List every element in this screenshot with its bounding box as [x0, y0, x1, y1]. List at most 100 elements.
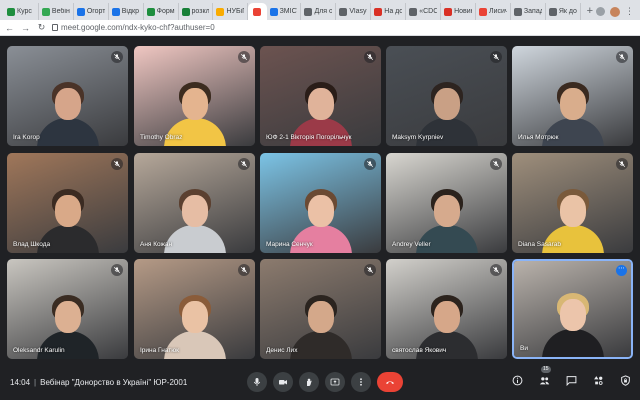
call-controls: [247, 372, 403, 392]
tab-label: На до: [384, 8, 403, 15]
browser-tab[interactable]: Вебін: [39, 3, 74, 20]
participant-tile[interactable]: Влад Шкода: [7, 153, 128, 253]
leave-call-button[interactable]: [377, 372, 403, 392]
mic-muted-icon: [238, 264, 250, 276]
mic-muted-icon: [616, 51, 628, 63]
participant-tile[interactable]: Andrey Veller: [386, 153, 507, 253]
present-screen-button[interactable]: [325, 372, 345, 392]
participant-name: Илья Мотрюк: [518, 134, 559, 141]
participant-name: Марина Сенчук: [266, 241, 313, 248]
browser-tab[interactable]: Огорт: [74, 3, 109, 20]
tab-label: Запад: [523, 8, 542, 15]
browser-tab-bar: Курс Вебін Огорт Відкр Форм розкл НУБіП ЗМІСТ Дл…: [0, 0, 640, 20]
participant-video: [289, 287, 353, 359]
participant-tile[interactable]: Илья Мотрюк: [512, 46, 633, 146]
participant-tile[interactable]: Аня Кожан: [134, 153, 255, 253]
participant-name: Ira Korop: [13, 134, 40, 141]
tab-label: Огорт: [86, 8, 105, 15]
activities-button[interactable]: [591, 373, 605, 387]
mic-muted-icon: [238, 51, 250, 63]
shapes-icon: [593, 375, 603, 385]
mic-muted-icon: [111, 51, 123, 63]
hang-up-icon: [386, 381, 394, 384]
browser-menu-icon[interactable]: ⋮: [625, 6, 634, 17]
participant-tile[interactable]: Денис Лих: [260, 259, 381, 359]
participant-tile[interactable]: Марина Сенчук: [260, 153, 381, 253]
meeting-bottom-bar: 14:04 | Вебінар "Донорство в Україні" ЮР…: [0, 365, 640, 400]
browser-tab[interactable]: На до: [371, 3, 407, 20]
forward-icon[interactable]: →: [19, 23, 32, 33]
microphone-button[interactable]: [247, 372, 267, 392]
browser-tab[interactable]: розкл: [179, 3, 214, 20]
browser-tab[interactable]: Запад: [511, 3, 546, 20]
mic-muted-icon: [490, 51, 502, 63]
tab-label: НУБіП: [226, 8, 244, 15]
participant-name: Oleksandr Karulin: [13, 347, 65, 354]
browser-tab[interactable]: Vlasyu: [336, 3, 372, 20]
tab-label: Vlasyu: [349, 8, 367, 15]
browser-tab[interactable]: Відкр: [109, 3, 144, 20]
browser-tab[interactable]: [248, 3, 267, 20]
self-video-tile[interactable]: Ви ⋯: [512, 259, 633, 359]
mic-muted-icon: [364, 51, 376, 63]
participant-tile[interactable]: святослав Якович: [386, 259, 507, 359]
participant-tile[interactable]: Ira Korop: [7, 46, 128, 146]
participant-tile[interactable]: Ірина Гнатюк: [134, 259, 255, 359]
host-controls-button[interactable]: [618, 373, 632, 387]
meeting-info-button[interactable]: [510, 373, 524, 387]
mic-muted-icon: [364, 158, 376, 170]
profile-avatar[interactable]: [610, 6, 620, 17]
browser-tab[interactable]: «CDC: [406, 3, 442, 20]
participant-name: Ірина Гнатюк: [140, 347, 179, 354]
tab-label: Відкр: [121, 8, 139, 15]
chat-icon: [566, 375, 576, 386]
tab-label: Вебін: [51, 8, 70, 15]
mic-muted-icon: [364, 264, 376, 276]
tile-more-icon[interactable]: ⋯: [616, 265, 627, 276]
tab-label: Для о: [314, 8, 333, 15]
reload-icon[interactable]: ↻: [35, 22, 48, 33]
camera-button[interactable]: [273, 372, 293, 392]
tab-label: розкл: [191, 8, 210, 15]
browser-tab[interactable]: Форм: [144, 3, 179, 20]
participant-name: Diana Sasarab: [518, 241, 561, 248]
browser-tab[interactable]: НУБіП: [213, 3, 249, 20]
participant-name: Денис Лих: [266, 347, 298, 354]
browser-tab[interactable]: Лисич: [476, 3, 511, 20]
browser-tab[interactable]: Курс: [4, 3, 39, 20]
chat-button[interactable]: [564, 373, 578, 387]
browser-tab[interactable]: Для о: [301, 3, 337, 20]
participant-tile[interactable]: Maksym Kyrpniev: [386, 46, 507, 146]
tab-favicon-icon: [146, 7, 155, 16]
participant-name: Andrey Veller: [392, 241, 431, 248]
people-icon: [539, 376, 549, 384]
participant-name: святослав Якович: [392, 347, 447, 354]
mic-muted-icon: [490, 264, 502, 276]
participants-button[interactable]: 15: [537, 366, 551, 387]
tab-favicon-icon: [253, 7, 262, 16]
tab-label: «CDC: [419, 8, 438, 15]
participant-tile[interactable]: Diana Sasarab: [512, 153, 633, 253]
tab-favicon-icon: [269, 7, 278, 16]
participant-tile[interactable]: ЮФ 2-1 Вікторія Погорільчук: [260, 46, 381, 146]
participant-video: [36, 74, 100, 146]
browser-tab[interactable]: Як до: [546, 3, 581, 20]
microphone-icon: [253, 378, 261, 386]
browser-window-controls: ⋮: [596, 3, 640, 20]
new-tab-button[interactable]: +: [584, 3, 596, 20]
browser-tab[interactable]: ЗМІСТ: [267, 3, 302, 20]
url-text: meet.google.com/ndx-kyko-chf?authuser=0: [61, 23, 215, 32]
back-icon[interactable]: ←: [3, 23, 16, 33]
extension-icon[interactable]: [596, 7, 605, 16]
tab-favicon-icon: [111, 7, 120, 16]
browser-tab[interactable]: Новин: [441, 3, 476, 20]
participant-tile[interactable]: Timothy Obraz: [134, 46, 255, 146]
meeting-video-grid: Ira Korop Timothy Obraz ЮФ 2-1 Вікторія По…: [0, 37, 640, 365]
tab-favicon-icon: [216, 7, 225, 16]
more-options-button[interactable]: [351, 372, 371, 392]
participant-tile[interactable]: Oleksandr Karulin: [7, 259, 128, 359]
raise-hand-button[interactable]: [299, 372, 319, 392]
separator: |: [34, 378, 37, 387]
url-field[interactable]: meet.google.com/ndx-kyko-chf?authuser=0: [52, 22, 640, 34]
participant-name: ЮФ 2-1 Вікторія Погорільчук: [266, 134, 352, 141]
